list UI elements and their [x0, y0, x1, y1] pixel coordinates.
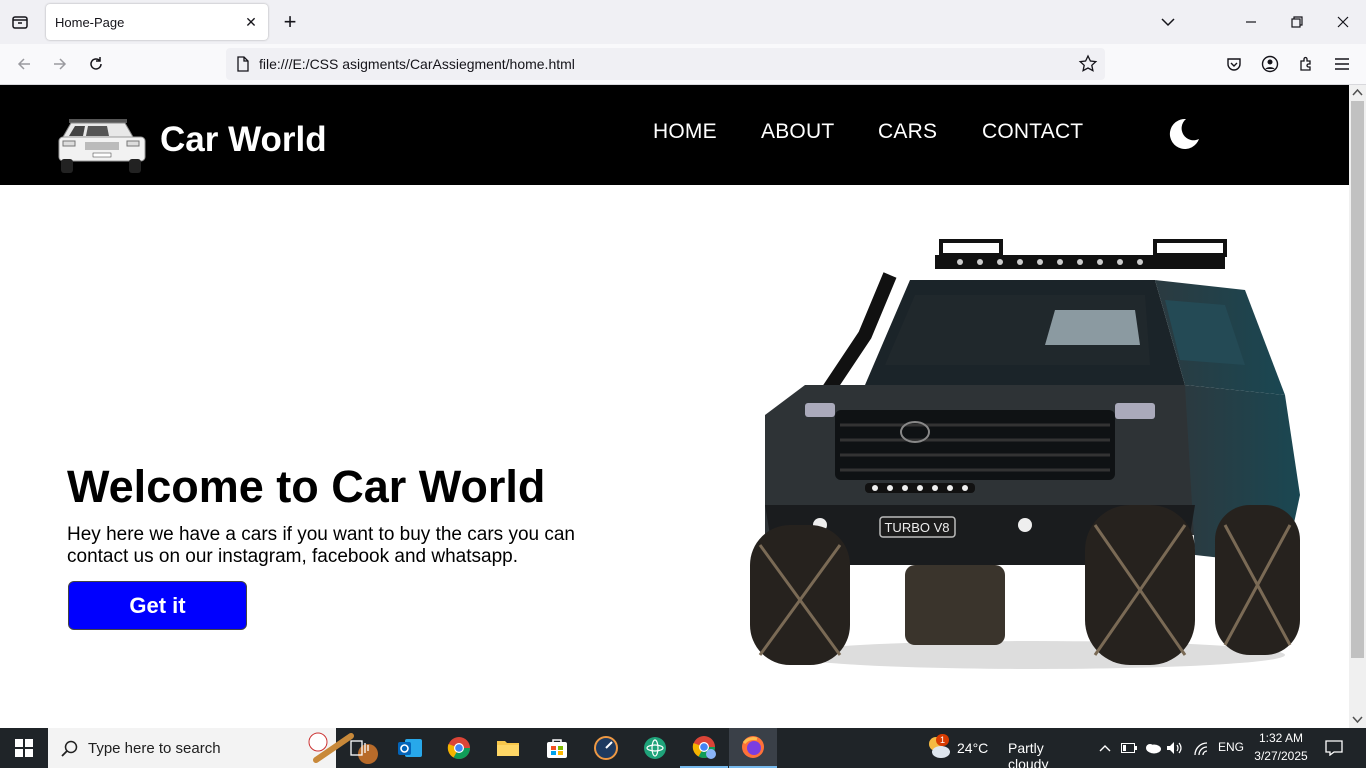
wifi-icon[interactable] [1192, 740, 1210, 756]
nav-link-contact[interactable]: CONTACT [982, 120, 1083, 144]
brand-title[interactable]: Car World [160, 120, 327, 160]
page-icon [237, 56, 249, 72]
weather-description: Partly cloudy [1008, 740, 1049, 772]
language-indicator[interactable]: ENG [1218, 740, 1244, 754]
tab-title: Home-Page [55, 15, 125, 30]
hero-title: Welcome to Car World [67, 461, 546, 512]
pocket-icon[interactable] [1220, 50, 1248, 78]
firefox-icon[interactable] [729, 728, 777, 768]
weather-temp: 24°C [957, 740, 989, 756]
taskbar-search-box[interactable]: Type here to search [48, 728, 378, 768]
moon-icon[interactable] [1166, 117, 1200, 151]
hero-car-image: TURBO V8 [750, 239, 1300, 669]
minimize-icon[interactable] [1228, 0, 1274, 44]
forward-icon[interactable] [46, 50, 74, 78]
tab-list-icon[interactable] [6, 8, 34, 36]
extensions-icon[interactable] [1292, 50, 1320, 78]
bookmark-star-icon[interactable] [1077, 53, 1099, 75]
page-viewport: Car World HOME ABOUT CARS CONTACT Welcom… [0, 85, 1349, 728]
vertical-scrollbar[interactable] [1349, 85, 1366, 728]
nav-link-cars[interactable]: CARS [878, 120, 937, 144]
taskbar: Type here to search 1 24°C Partly cloudy [0, 728, 1366, 772]
windows-start-icon[interactable] [0, 728, 48, 768]
search-placeholder: Type here to search [88, 740, 221, 757]
account-icon[interactable] [1256, 50, 1284, 78]
new-tab-button[interactable]: + [278, 9, 302, 34]
restore-icon[interactable] [1274, 0, 1320, 44]
onedrive-cloud-icon[interactable] [1144, 740, 1162, 756]
url-text: file:///E:/CSS asigments/CarAssiegment/h… [259, 56, 575, 72]
tab-bar: Home-Page ✕ + [0, 0, 1366, 44]
chrome-icon[interactable] [435, 728, 483, 768]
scroll-thumb[interactable] [1351, 101, 1364, 658]
nav-link-about[interactable]: ABOUT [761, 120, 834, 144]
hero-description: Hey here we have a cars if you want to b… [67, 524, 575, 567]
notifications-icon[interactable] [1324, 739, 1344, 757]
search-icon [61, 740, 78, 757]
scroll-up-icon[interactable] [1352, 88, 1363, 96]
microsoft-store-icon[interactable] [533, 728, 581, 768]
volume-icon[interactable] [1166, 740, 1184, 756]
navigation-bar: file:///E:/CSS asigments/CarAssiegment/h… [0, 44, 1366, 85]
chrome-profile-icon[interactable] [680, 728, 728, 768]
weather-widget[interactable]: 1 24°C Partly cloudy [922, 728, 1082, 772]
chevron-down-icon[interactable] [1156, 10, 1180, 34]
clock-time[interactable]: 1:32 AM [1250, 731, 1312, 745]
tab-home-page[interactable]: Home-Page ✕ [46, 4, 268, 40]
outlook-icon[interactable] [386, 728, 434, 768]
back-icon[interactable] [10, 50, 38, 78]
weather-badge: 1 [936, 734, 950, 746]
scroll-down-icon[interactable] [1352, 716, 1363, 724]
site-header: Car World HOME ABOUT CARS CONTACT [0, 85, 1349, 185]
file-explorer-icon[interactable] [484, 728, 532, 768]
task-view-icon[interactable] [336, 728, 384, 768]
chevron-up-icon[interactable] [1096, 740, 1114, 756]
license-plate-text: TURBO V8 [884, 520, 949, 535]
clock-date[interactable]: 3/27/2025 [1250, 749, 1312, 763]
battery-icon[interactable] [1120, 740, 1138, 756]
get-it-button[interactable]: Get it [68, 581, 247, 630]
logo-car-image[interactable] [55, 115, 147, 175]
speedometer-app-icon[interactable] [582, 728, 630, 768]
menu-icon[interactable] [1328, 50, 1356, 78]
tab-close-icon[interactable]: ✕ [242, 13, 260, 31]
nav-link-home[interactable]: HOME [653, 120, 717, 144]
atom-app-icon[interactable] [631, 728, 679, 768]
close-window-icon[interactable] [1320, 0, 1366, 44]
url-bar[interactable]: file:///E:/CSS asigments/CarAssiegment/h… [226, 48, 1105, 80]
reload-icon[interactable] [82, 50, 110, 78]
